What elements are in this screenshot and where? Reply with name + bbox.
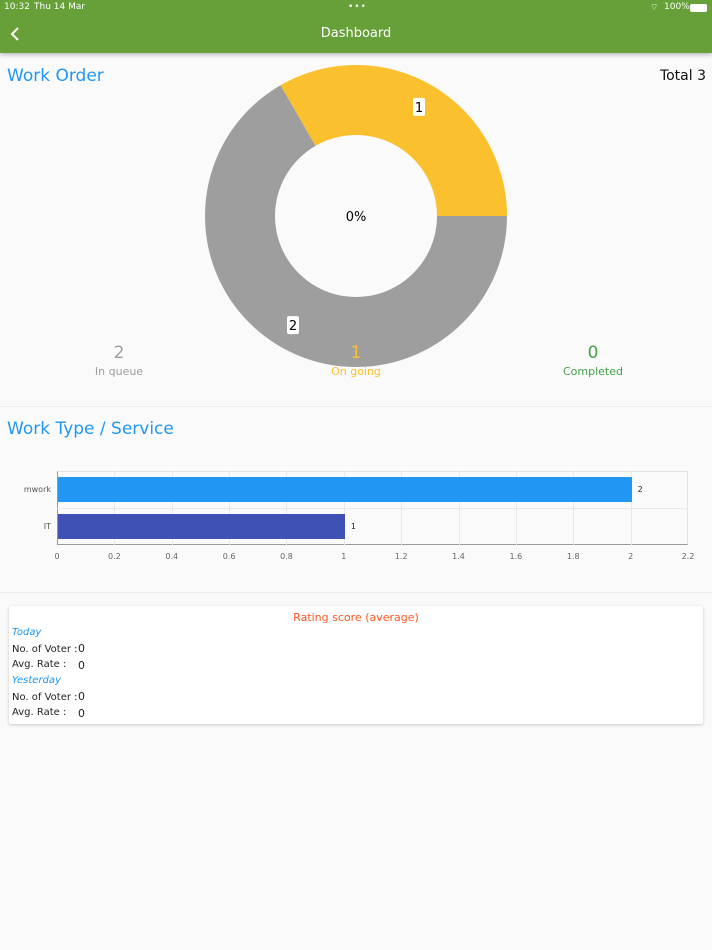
today-voter-label: No. of Voter : — [12, 644, 78, 655]
yesterday-voter-value: 0 — [78, 690, 85, 703]
nav-bar: 10:32 Thu 14 Mar ••• ⌔ 100% Dashboard — [0, 0, 712, 53]
gridline — [57, 508, 688, 509]
stat-label: Completed — [563, 365, 623, 378]
battery-icon — [690, 4, 707, 12]
yesterday-label: Yesterday — [12, 675, 61, 686]
donut-slice-label: 1 — [413, 97, 425, 116]
donut-center-label: 0% — [346, 210, 367, 225]
x-tick-label: 1.2 — [394, 552, 408, 561]
y-category-label: mwork — [23, 485, 51, 494]
x-tick-label: 0.4 — [165, 552, 179, 561]
x-tick-label: 2 — [628, 552, 634, 561]
x-tick-label: 1.4 — [452, 552, 465, 561]
status-time: 10:32 — [4, 2, 30, 12]
x-tick-label: 0.6 — [222, 552, 236, 561]
yesterday-voter-label: No. of Voter : — [12, 692, 78, 703]
x-tick-label: 1 — [341, 552, 347, 561]
work-order-title: Work Order — [7, 66, 104, 86]
x-tick-label: 1.8 — [566, 552, 580, 561]
rating-title: Rating score (average) — [293, 611, 419, 624]
rating-card: Rating score (average) Today No. of Vote… — [9, 606, 703, 724]
stat-completed: 0 Completed — [523, 343, 663, 378]
stat-on-going: 1 On going — [286, 343, 426, 378]
page-title: Dashboard — [320, 26, 392, 41]
bar-it — [58, 514, 345, 539]
donut-slice-on-going — [280, 64, 507, 216]
donut-slice-label: 2 — [287, 316, 299, 335]
x-tick-label: 2.2 — [681, 552, 695, 561]
yesterday-avg-value: 0 — [78, 707, 85, 720]
stat-value: 2 — [113, 343, 125, 363]
svg-text:1: 1 — [415, 101, 423, 116]
divider — [0, 592, 712, 593]
today-avg-label: Avg. Rate : — [12, 659, 67, 670]
bar-mwork — [58, 477, 632, 502]
multitask-dots-icon: ••• — [348, 2, 367, 12]
work-order-donut-chart: 1 2 0% — [205, 64, 507, 367]
stat-value: 0 — [587, 343, 599, 363]
work-type-bar-chart: 0 0.2 0.4 0.6 0.8 1 1.2 1.4 1.6 1.8 2 2.2 mwork 2 IT 1 — [0, 460, 712, 570]
y-category-label: IT — [43, 522, 51, 531]
today-voter-value: 0 — [78, 642, 85, 655]
x-tick-label: 0.8 — [280, 552, 293, 561]
stat-label: On going — [331, 365, 381, 378]
today-label: Today — [12, 627, 42, 638]
work-type-title: Work Type / Service — [7, 419, 174, 439]
status-date: Thu 14 Mar — [34, 2, 86, 12]
svg-text:2: 2 — [289, 319, 297, 334]
x-tick-label: 0.2 — [107, 552, 121, 561]
today-avg-value: 0 — [78, 659, 85, 672]
stat-value: 1 — [350, 343, 362, 363]
stat-label: In queue — [94, 365, 144, 378]
bar-value-label: 1 — [350, 522, 356, 531]
divider — [0, 406, 712, 407]
x-tick-label: 1.6 — [509, 552, 523, 561]
battery-text: 100% — [664, 2, 690, 12]
stat-in-queue: 2 In queue — [49, 343, 189, 378]
wifi-icon: ⌔ — [650, 3, 659, 13]
total-count: Total 3 — [659, 68, 706, 84]
yesterday-avg-label: Avg. Rate : — [12, 707, 67, 718]
bar-value-label: 2 — [637, 485, 643, 494]
x-tick-label: 0 — [54, 552, 60, 561]
